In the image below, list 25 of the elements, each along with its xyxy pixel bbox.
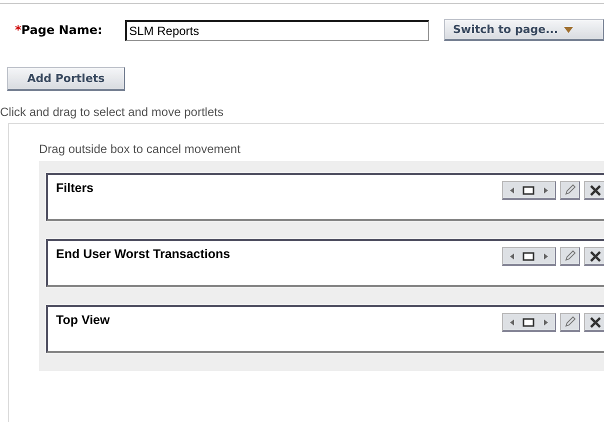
- width-toggle-button[interactable]: [502, 313, 556, 332]
- drag-hint-text: Drag outside box to cancel movement: [39, 142, 242, 156]
- pencil-icon: [564, 250, 576, 262]
- portlet-title: Filters: [56, 181, 95, 195]
- pencil-icon: [564, 316, 576, 328]
- add-portlets-button[interactable]: Add Portlets: [7, 67, 125, 91]
- portlet[interactable]: End User Worst Transactions: [46, 239, 604, 287]
- portlet[interactable]: Top View: [46, 305, 604, 353]
- close-icon: [590, 184, 600, 196]
- page-name-label: *Page Name:: [15, 23, 104, 37]
- width-toggle-button[interactable]: [502, 181, 556, 200]
- portlet-title: End User Worst Transactions: [56, 247, 232, 261]
- close-button[interactable]: [584, 313, 604, 332]
- close-button[interactable]: [584, 181, 604, 200]
- pencil-icon: [564, 184, 576, 196]
- close-button[interactable]: [584, 247, 604, 266]
- page-name-field[interactable]: SLM Reports: [125, 20, 429, 40]
- close-icon: [590, 316, 600, 328]
- portlet[interactable]: Filters: [46, 173, 604, 221]
- portlet-title: Top View: [56, 313, 111, 327]
- switch-page-button[interactable]: Switch to page...: [444, 19, 604, 41]
- caret-icon: [564, 26, 574, 32]
- close-icon: [590, 250, 600, 262]
- instruction-text: Click and drag to select and move portlets: [0, 105, 224, 119]
- width-toggle-button[interactable]: [502, 247, 556, 266]
